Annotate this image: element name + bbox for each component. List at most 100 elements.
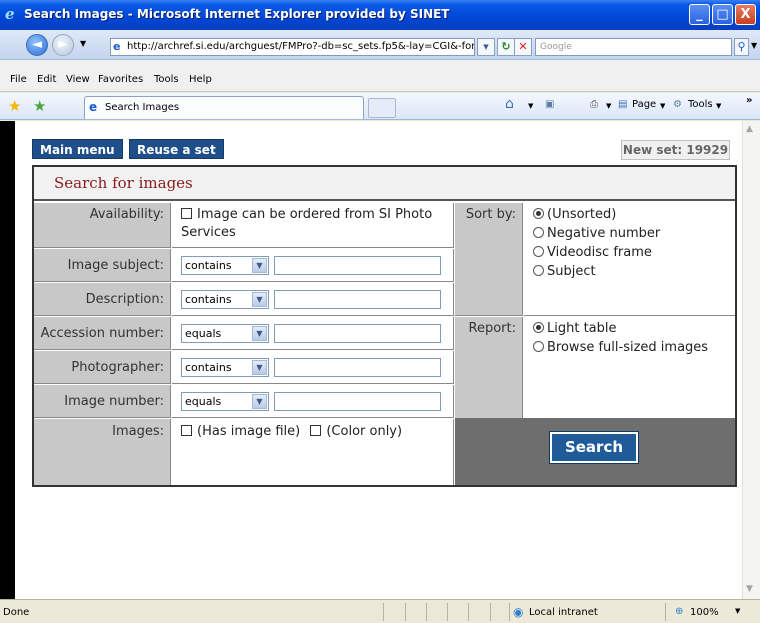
tools-dropdown-icon[interactable]: ▼ <box>716 102 721 110</box>
tools-menu[interactable]: Tools <box>688 99 713 110</box>
status-divider <box>665 603 666 621</box>
photographer-operator-select[interactable]: contains ▼ <box>181 358 269 377</box>
image-subject-input[interactable] <box>274 256 441 275</box>
sort-option-unsorted[interactable]: (Unsorted) <box>533 205 735 224</box>
accession-number-operator: equals <box>185 327 222 340</box>
sort-option-label: Subject <box>547 264 596 279</box>
security-zone: Local intranet <box>529 607 598 618</box>
description-cell: contains ▼ <box>172 283 454 316</box>
photographer-operator: contains <box>185 361 232 374</box>
menu-tools[interactable]: Tools <box>154 74 179 85</box>
left-edge <box>0 121 15 599</box>
images-options: (Has image file) (Color only) <box>181 424 402 439</box>
main-menu-button[interactable]: Main menu <box>32 139 123 159</box>
has-image-file-checkbox[interactable] <box>181 425 192 436</box>
search-placeholder: Google <box>540 42 572 52</box>
sort-option-label: (Unsorted) <box>547 207 617 222</box>
search-area: Search <box>455 418 735 485</box>
zoom-dropdown-icon[interactable]: ▼ <box>735 607 740 615</box>
sort-option-label: Videodisc frame <box>547 245 652 260</box>
page-dropdown-icon[interactable]: ▼ <box>660 102 665 110</box>
radio[interactable] <box>533 341 544 352</box>
menu-help[interactable]: Help <box>189 74 212 85</box>
search-options-icon[interactable]: ▼ <box>751 41 757 50</box>
photographer-label: Photographer: <box>34 351 171 384</box>
back-button[interactable]: ◄ <box>26 34 48 56</box>
accession-number-cell: equals ▼ <box>172 317 454 350</box>
menu-edit[interactable]: Edit <box>37 74 56 85</box>
radio[interactable] <box>533 246 544 257</box>
zoom-icon: ⊕ <box>675 606 684 617</box>
status-bar: Done ◉ Local intranet ⊕ 100% ▼ <box>0 599 760 623</box>
print-dropdown-icon[interactable]: ▼ <box>606 102 611 110</box>
report-options: Light table Browse full-sized images <box>524 317 735 418</box>
close-button[interactable]: X <box>735 4 756 25</box>
radio[interactable] <box>533 265 544 276</box>
image-number-cell: equals ▼ <box>172 385 454 418</box>
description-operator-select[interactable]: contains ▼ <box>181 290 269 309</box>
address-input[interactable]: e http://archref.si.edu/archguest/FMPro?… <box>110 38 475 56</box>
availability-checkbox[interactable] <box>181 208 192 219</box>
report-option-label: Browse full-sized images <box>547 340 709 355</box>
maximize-button[interactable]: □ <box>712 4 733 25</box>
radio-selected[interactable] <box>533 208 544 219</box>
print-icon[interactable]: ⎙ <box>590 99 598 110</box>
report-option-label: Light table <box>547 321 617 336</box>
description-input[interactable] <box>274 290 441 309</box>
chevron-down-icon: ▼ <box>252 394 267 409</box>
color-only-checkbox[interactable] <box>310 425 322 436</box>
accession-number-operator-select[interactable]: equals ▼ <box>181 324 269 343</box>
status-divider <box>468 603 469 621</box>
new-tab-button[interactable] <box>368 98 396 118</box>
availability-option: Image can be ordered from SI Photo Servi… <box>181 207 433 240</box>
refresh-icon[interactable]: ↻ <box>497 38 515 56</box>
add-favorite-icon[interactable]: ★ <box>33 97 46 115</box>
image-subject-operator-select[interactable]: contains ▼ <box>181 256 269 275</box>
search-form: Search for images Availability: Image ca… <box>32 165 737 487</box>
address-dropdown-icon[interactable]: ▼ <box>477 38 495 56</box>
zoom-level[interactable]: 100% <box>690 607 719 618</box>
search-icon[interactable]: ⚲ <box>734 38 749 56</box>
reuse-set-button[interactable]: Reuse a set <box>129 139 224 159</box>
menu-file[interactable]: File <box>10 74 27 85</box>
chevron-more-icon[interactable]: » <box>746 95 752 106</box>
report-option-browse-full-sized[interactable]: Browse full-sized images <box>533 338 735 357</box>
description-label: Description: <box>34 283 171 316</box>
favorites-star-icon[interactable]: ★ <box>8 97 21 115</box>
minimize-button[interactable]: _ <box>689 4 710 25</box>
search-input[interactable]: Google <box>535 38 732 56</box>
accession-number-label: Accession number: <box>34 317 171 350</box>
image-number-operator-select[interactable]: equals ▼ <box>181 392 269 411</box>
tab-search-images[interactable]: e Search Images <box>84 96 364 119</box>
image-number-input[interactable] <box>274 392 441 411</box>
chevron-down-icon: ▼ <box>252 360 267 375</box>
menu-favorites[interactable]: Favorites <box>98 74 143 85</box>
forward-button[interactable]: ► <box>52 34 74 56</box>
sort-option-subject[interactable]: Subject <box>533 262 735 281</box>
home-icon[interactable]: ⌂ <box>505 96 514 112</box>
report-option-light-table[interactable]: Light table <box>533 319 735 338</box>
page-menu[interactable]: Page <box>632 99 656 110</box>
vertical-scrollbar[interactable]: ▲ ▼ <box>742 121 760 599</box>
availability-checkbox-row[interactable]: Image can be ordered from SI Photo Servi… <box>181 206 451 242</box>
scroll-down-icon[interactable]: ▼ <box>746 584 753 594</box>
page-menu-icon: ▤ <box>618 99 628 110</box>
sort-option-videodisc-frame[interactable]: Videodisc frame <box>533 243 735 262</box>
status-divider <box>383 603 384 621</box>
sort-option-negative-number[interactable]: Negative number <box>533 224 735 243</box>
chevron-down-icon: ▼ <box>252 258 267 273</box>
feeds-icon[interactable]: ▣ <box>545 99 554 110</box>
recent-pages-dropdown-icon[interactable]: ▼ <box>80 39 86 48</box>
search-button[interactable]: Search <box>549 431 639 464</box>
radio[interactable] <box>533 227 544 238</box>
radio-selected[interactable] <box>533 322 544 333</box>
photographer-input[interactable] <box>274 358 441 377</box>
accession-number-input[interactable] <box>274 324 441 343</box>
image-number-operator: equals <box>185 395 222 408</box>
home-dropdown-icon[interactable]: ▼ <box>528 102 533 110</box>
stop-icon[interactable]: ✕ <box>514 38 532 56</box>
scroll-up-icon[interactable]: ▲ <box>746 124 753 134</box>
menu-view[interactable]: View <box>66 74 90 85</box>
chevron-down-icon: ▼ <box>252 326 267 341</box>
report-label: Report: <box>455 317 523 418</box>
